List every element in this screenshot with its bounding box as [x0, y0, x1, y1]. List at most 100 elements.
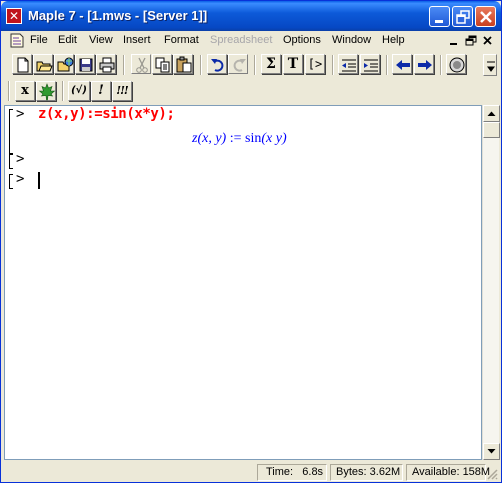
- scroll-thumb[interactable]: [483, 122, 500, 138]
- time-value: 6.8s: [302, 466, 324, 478]
- paste-button[interactable]: [173, 54, 193, 74]
- resize-grip-icon[interactable]: [486, 468, 498, 480]
- open-url-icon: [57, 57, 74, 72]
- redo-arrow-icon: [233, 59, 246, 72]
- text-cursor: [38, 172, 40, 189]
- text-t-icon: T: [287, 56, 299, 72]
- menu-options[interactable]: Options: [283, 34, 321, 46]
- copy-icon: [155, 57, 170, 73]
- maple-app-icon[interactable]: ✕: [6, 8, 22, 24]
- paste-clipboard-icon: [176, 56, 192, 73]
- input-prompt: >: [16, 106, 25, 122]
- worksheet-area[interactable]: > z(x,y):=sin(x*y); z(x, y) := sin(x y) …: [4, 105, 482, 460]
- new-document-icon: [17, 57, 29, 73]
- output-lhs-args: (x, y): [197, 131, 227, 146]
- window-title: Maple 7 - [1.mws - [Server 1]]: [28, 8, 208, 23]
- menu-view[interactable]: View: [89, 34, 113, 46]
- toolbar-separator: [254, 55, 256, 75]
- status-bytes: Bytes: 3.62M: [330, 464, 403, 481]
- forward-button[interactable]: [414, 54, 434, 74]
- redo-button[interactable]: [228, 54, 248, 74]
- doc-restore-icon[interactable]: [463, 34, 479, 48]
- close-button[interactable]: [475, 6, 496, 27]
- menu-edit[interactable]: Edit: [58, 34, 77, 46]
- copy-button[interactable]: [152, 54, 172, 74]
- execution-group-bracket[interactable]: [9, 109, 13, 154]
- execute-button[interactable]: !: [91, 81, 111, 101]
- restore-button[interactable]: [452, 6, 473, 27]
- menu-help[interactable]: Help: [382, 34, 405, 46]
- toolbar-more-button[interactable]: [483, 54, 497, 76]
- execution-group-bracket[interactable]: [9, 174, 13, 189]
- status-time: Time: 6.8s: [257, 464, 327, 481]
- outdent-icon: [342, 59, 356, 72]
- toolbar-separator: [440, 55, 442, 75]
- chevron-down-icon: [487, 61, 495, 72]
- menu-insert[interactable]: Insert: [123, 34, 151, 46]
- vertical-scrollbar[interactable]: [482, 105, 500, 460]
- open-button[interactable]: [33, 54, 53, 74]
- maple-input-button[interactable]: [36, 81, 56, 101]
- scroll-down-button[interactable]: [483, 443, 500, 460]
- undo-arrow-icon: [211, 59, 224, 72]
- title-bar[interactable]: ✕ Maple 7 - [1.mws - [Server 1]]: [1, 1, 501, 31]
- back-arrow-icon: [396, 60, 410, 70]
- toolbar-separator: [332, 55, 334, 75]
- insert-prompt-button[interactable]: [>: [305, 54, 325, 74]
- prompt-icon: [>: [307, 57, 323, 71]
- maple-leaf-icon: [38, 83, 56, 101]
- outdent-button[interactable]: [338, 54, 358, 74]
- print-button[interactable]: [96, 54, 116, 74]
- worksheet-doc-icon[interactable]: [9, 33, 25, 48]
- open-folder-icon: [36, 61, 53, 72]
- time-label: Time:: [266, 466, 294, 478]
- toolbar-separator: [386, 55, 388, 75]
- output-rhs-function: sin: [245, 131, 262, 146]
- stop-circle-icon: [449, 57, 465, 73]
- validate-sqrt-icon: (√): [71, 85, 87, 96]
- scissors-icon: [136, 57, 148, 73]
- execute-icon: !: [98, 83, 104, 98]
- maple-input-command[interactable]: z(x,y):=sin(x*y);: [38, 106, 175, 122]
- insert-math-button[interactable]: Σ: [261, 54, 281, 74]
- validate-button[interactable]: (√): [68, 81, 90, 101]
- output-assign: :=: [226, 131, 246, 146]
- sigma-icon: Σ: [266, 56, 276, 72]
- forward-arrow-icon: [418, 60, 432, 70]
- menu-format[interactable]: Format: [164, 34, 199, 46]
- math-mode-button[interactable]: x: [15, 81, 35, 101]
- bytes-value: 3.62M: [369, 466, 401, 478]
- arrow-down-icon: [487, 449, 496, 454]
- status-bar: Time: 6.8s Bytes: 3.62M Available: 158M: [2, 462, 500, 482]
- insert-text-button[interactable]: T: [283, 54, 303, 74]
- save-disk-icon: [79, 58, 93, 72]
- status-available: Available: 158M: [406, 464, 490, 481]
- input-prompt: >: [16, 151, 25, 167]
- menu-file[interactable]: File: [30, 34, 48, 46]
- context-toolbar: x (√) ! !!!: [2, 79, 500, 104]
- minimize-button[interactable]: [429, 6, 450, 27]
- execute-all-icon: !!!: [116, 84, 129, 97]
- input-prompt: >: [16, 171, 25, 187]
- execute-all-button[interactable]: !!!: [112, 81, 132, 101]
- save-button[interactable]: [75, 54, 95, 74]
- menu-window[interactable]: Window: [332, 34, 371, 46]
- arrow-up-icon: [487, 111, 496, 116]
- execution-group-bracket[interactable]: [9, 154, 13, 169]
- indent-icon: [364, 59, 378, 72]
- toolbar-separator: [200, 55, 202, 75]
- doc-minimize-icon[interactable]: [446, 34, 462, 48]
- scroll-up-button[interactable]: [483, 105, 500, 122]
- restore-icon: [456, 10, 470, 24]
- open-url-button[interactable]: [54, 54, 74, 74]
- doc-close-icon[interactable]: [480, 34, 496, 48]
- new-button[interactable]: [12, 54, 32, 74]
- toolbar-separator: [8, 81, 10, 101]
- indent-button[interactable]: [360, 54, 380, 74]
- maple-window: ✕ Maple 7 - [1.mws - [Server 1]] File Ed…: [0, 0, 502, 483]
- back-button[interactable]: [392, 54, 412, 74]
- undo-button[interactable]: [207, 54, 227, 74]
- stop-button[interactable]: [446, 54, 466, 74]
- menu-spreadsheet[interactable]: Spreadsheet: [210, 34, 272, 46]
- cut-button[interactable]: [131, 54, 151, 74]
